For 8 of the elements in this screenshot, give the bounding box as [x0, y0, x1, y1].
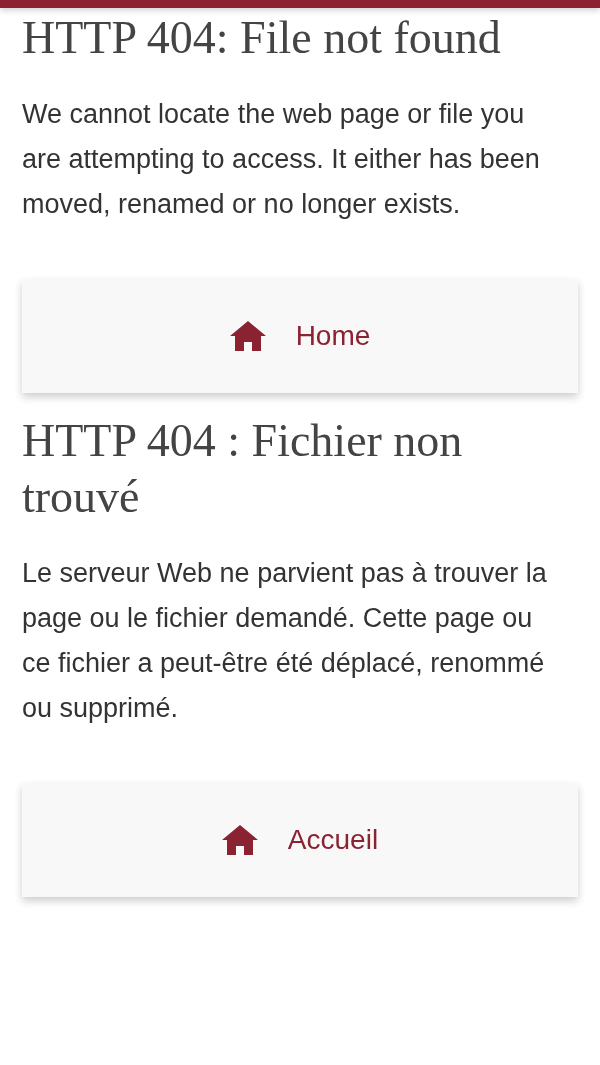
home-icon — [221, 825, 258, 855]
page-heading: HTTP 404: File not found — [22, 11, 502, 65]
home-button[interactable]: Home — [22, 279, 578, 393]
home-icon — [229, 321, 266, 351]
error-message: We cannot locate the web page or file you are attempting to access. It either has been moved, renamed or no longer exists. — [22, 98, 541, 221]
error-message: Le serveur Web ne parvient pas à trouver la page ou le fichier demandé. Cette page ou ce fichier a peut-être été déplacé, renommé ou supprimé. — [22, 557, 548, 725]
page-heading: HTTP 404 : Fichier non trouvé — [22, 414, 464, 524]
home-button[interactable]: Accueil — [22, 783, 578, 897]
